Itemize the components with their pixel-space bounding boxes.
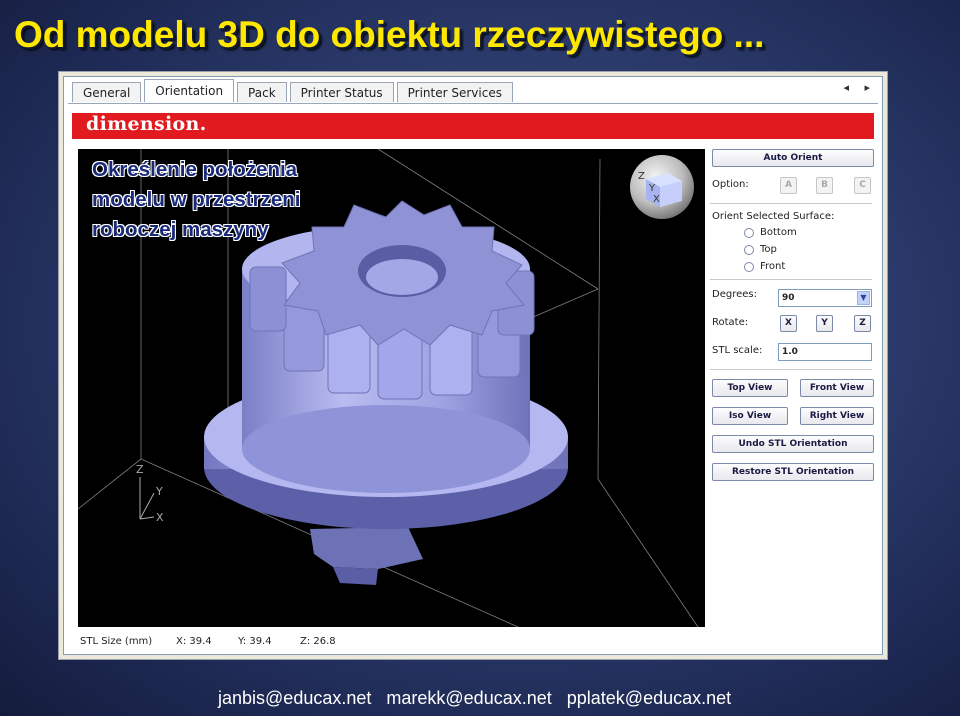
caption-line-2: modelu w przestrzeni — [92, 188, 301, 211]
stl-scale-label: STL scale: — [712, 345, 763, 356]
axis-x-label: X — [156, 511, 164, 524]
radio-bottom-label: Bottom — [760, 227, 797, 238]
cube-y-label: Y — [648, 183, 656, 194]
degrees-select[interactable]: 90 ▼ — [778, 289, 872, 307]
application-window: General Orientation Pack Printer Status … — [58, 71, 888, 660]
footer-emails: janbis@educax.net marekk@educax.net ppla… — [218, 688, 741, 709]
stl-size-statusbar: STL Size (mm) X: 39.4 Y: 39.4 Z: 26.8 — [78, 632, 705, 652]
separator — [710, 369, 872, 370]
undo-stl-orientation-button[interactable]: Undo STL Orientation — [712, 435, 874, 453]
stl-scale-input[interactable]: 1.0 — [778, 343, 872, 361]
tab-printer-status[interactable]: Printer Status — [289, 82, 394, 102]
stl-size-z: Z: 26.8 — [300, 636, 336, 647]
orientation-cube[interactable]: Z Y X — [630, 155, 694, 219]
chevron-down-icon[interactable]: ▼ — [857, 291, 870, 305]
window-content: General Orientation Pack Printer Status … — [63, 76, 883, 655]
3d-viewport[interactable]: Z Y X Z Y X Określenie położenia modelu … — [78, 149, 705, 627]
degrees-value: 90 — [782, 293, 795, 303]
top-view-button[interactable]: Top View — [712, 379, 788, 397]
brand-bar: dimension. — [72, 113, 874, 139]
tab-divider — [68, 103, 878, 104]
degrees-label: Degrees: — [712, 289, 757, 300]
tab-printer-services[interactable]: Printer Services — [396, 82, 513, 102]
right-view-button[interactable]: Right View — [800, 407, 874, 425]
rotate-label: Rotate: — [712, 317, 749, 328]
axis-z-label: Z — [136, 463, 144, 476]
axis-y-label: Y — [155, 485, 163, 498]
email-pplatek[interactable]: pplatek@educax.net — [567, 688, 731, 708]
tab-scroll-arrows[interactable]: ◂ ▸ — [843, 81, 876, 94]
separator — [710, 203, 872, 204]
separator — [710, 279, 872, 280]
iso-view-button[interactable]: Iso View — [712, 407, 788, 425]
stl-size-y: Y: 39.4 — [238, 636, 272, 647]
radio-bottom[interactable] — [744, 228, 754, 238]
radio-front[interactable] — [744, 262, 754, 272]
orientation-panel: Auto Orient Option: A B C Orient Selecte… — [710, 149, 880, 627]
option-b-button[interactable]: B — [816, 177, 833, 194]
rotate-z-button[interactable]: Z — [854, 315, 871, 332]
stl-size-label: STL Size (mm) — [80, 636, 153, 647]
lower-hex-stub — [310, 527, 423, 569]
tab-strip: General Orientation Pack Printer Status … — [72, 79, 516, 103]
caption-line-1: Określenie położenia — [92, 158, 298, 181]
cube-x-label: X — [653, 194, 660, 205]
front-view-button[interactable]: Front View — [800, 379, 874, 397]
email-marekk[interactable]: marekk@educax.net — [386, 688, 551, 708]
rotate-x-button[interactable]: X — [780, 315, 797, 332]
option-a-button[interactable]: A — [780, 177, 797, 194]
viewport-caption: Określenie położenia modelu w przestrzen… — [92, 155, 300, 245]
email-janbis[interactable]: janbis@educax.net — [218, 688, 371, 708]
caption-line-3: roboczej maszyny — [92, 218, 269, 241]
cube-z-label: Z — [638, 171, 645, 182]
option-c-button[interactable]: C — [854, 177, 871, 194]
radio-front-label: Front — [760, 261, 786, 272]
slide-title: Od modelu 3D do obiektu rzeczywistego ..… — [14, 14, 765, 55]
radio-top[interactable] — [744, 245, 754, 255]
orient-surface-label: Orient Selected Surface: — [712, 211, 835, 222]
option-label: Option: — [712, 179, 749, 190]
tab-pack[interactable]: Pack — [237, 82, 287, 102]
tab-orientation[interactable]: Orientation — [144, 79, 235, 102]
auto-orient-button[interactable]: Auto Orient — [712, 149, 874, 167]
tab-general[interactable]: General — [72, 82, 142, 102]
rotate-y-button[interactable]: Y — [816, 315, 833, 332]
dimension-logo: dimension. — [86, 113, 207, 135]
stl-size-x: X: 39.4 — [176, 636, 212, 647]
radio-top-label: Top — [760, 244, 777, 255]
restore-stl-orientation-button[interactable]: Restore STL Orientation — [712, 463, 874, 481]
